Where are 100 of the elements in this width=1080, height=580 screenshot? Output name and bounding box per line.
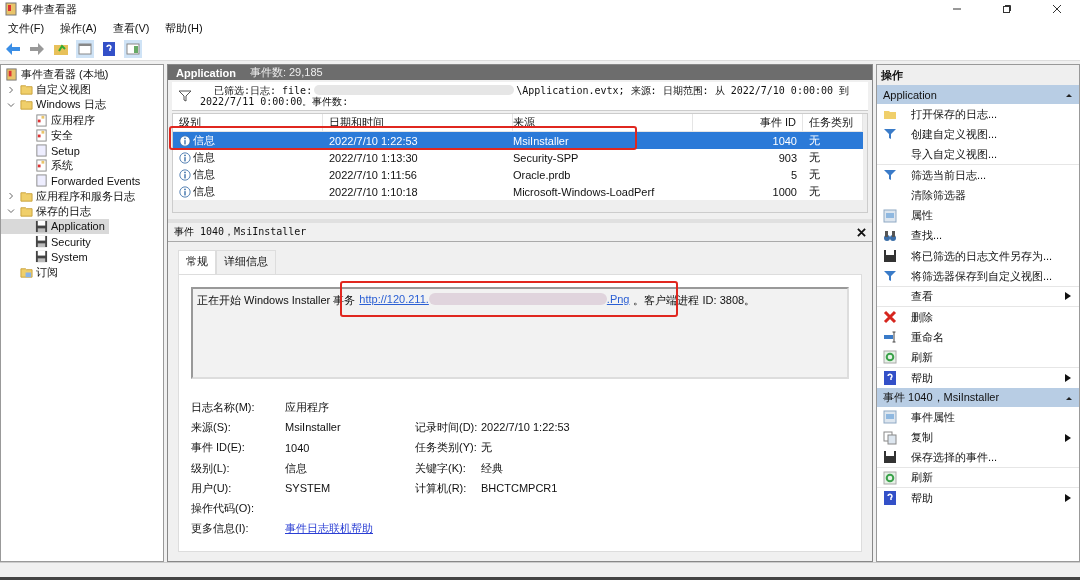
tree-item[interactable]: Security <box>1 234 95 250</box>
action-item[interactable]: 查找... <box>877 225 1079 247</box>
info-icon <box>179 168 191 181</box>
action-item[interactable]: 复制 <box>877 427 1079 448</box>
column-header[interactable]: 事件 ID <box>693 114 803 131</box>
properties-icon <box>883 410 897 425</box>
field-label: 日志名称(M): <box>191 399 256 415</box>
action-item[interactable]: 删除 <box>877 306 1079 328</box>
menu-item[interactable]: 帮助(H) <box>165 20 203 36</box>
submenu-arrow-icon <box>1065 433 1071 442</box>
save-icon <box>35 235 48 249</box>
table-row[interactable]: 信息 2022/7/10 1:11:56 Oracle.prdb 5 无 <box>173 166 863 183</box>
properties-icon <box>883 208 897 223</box>
table-row[interactable]: 信息 2022/7/10 1:13:30 Security-SPP 903 无 <box>173 149 863 166</box>
message-text: 。客户端进程 ID: 3808。 <box>633 293 756 308</box>
section-header[interactable]: 事件 1040，MsiInstaller <box>877 388 1079 408</box>
action-item[interactable]: 重命名 <box>877 327 1079 348</box>
submenu-arrow-icon <box>1065 374 1071 382</box>
tree-item[interactable]: System <box>1 249 92 265</box>
action-item[interactable]: 创建自定义视图... <box>877 124 1079 145</box>
table-cell-text: 2022/7/10 1:11:56 <box>328 167 418 183</box>
tree-item[interactable]: 应用程序 <box>1 112 99 128</box>
tree-item[interactable]: Setup <box>1 142 84 159</box>
panel-icon[interactable] <box>76 40 94 58</box>
forward-arrow-icon[interactable] <box>28 40 46 58</box>
table-cell-text: 无 <box>808 133 821 148</box>
table-cell-text: 2022/7/10 1:22:53 <box>328 133 419 149</box>
action-item[interactable]: 事件属性 <box>877 407 1079 428</box>
action-item[interactable]: 属性 <box>877 205 1079 226</box>
log-icon <box>35 144 48 158</box>
binoculars-icon <box>883 228 897 243</box>
field-value: 应用程序 <box>285 400 329 413</box>
field-label: 更多信息(I): <box>191 521 250 537</box>
help-link[interactable]: 事件日志联机帮助 <box>285 522 373 535</box>
action-item[interactable]: 筛选当前日志... <box>877 164 1079 186</box>
filter-text: 已筛选:日志: file: <box>214 85 313 96</box>
folder-icon <box>20 98 33 112</box>
tree-item[interactable]: Application <box>1 218 109 235</box>
tree-item[interactable]: 应用程序和服务日志 <box>1 188 139 204</box>
field-value: BHCTCMPCR1 <box>481 482 558 495</box>
log-title: Application <box>176 66 236 79</box>
info-icon <box>179 151 191 164</box>
action-item[interactable]: 清除筛选器 <box>877 185 1079 206</box>
close-icon[interactable] <box>857 227 866 237</box>
field-label: 事件 ID(E): <box>191 440 246 456</box>
table-row[interactable]: 信息 2022/7/10 1:10:18 Microsoft-Windows-LoadPerf 1000 无 <box>173 183 863 200</box>
tree-item[interactable]: 事件查看器 (本地) <box>1 67 113 83</box>
action-item[interactable]: 查看 <box>877 286 1079 307</box>
action-item[interactable]: 打开保存的日志... <box>877 104 1079 125</box>
tree-item[interactable]: 保存的日志 <box>1 203 95 219</box>
action-item[interactable]: 帮助 <box>877 367 1079 389</box>
save-icon <box>883 249 897 264</box>
table-cell: 信息 <box>193 133 215 148</box>
tree-item[interactable]: Forwarded Events <box>1 173 145 189</box>
table-cell: 信息 <box>193 150 215 165</box>
menu-item[interactable]: 文件(F) <box>8 20 45 36</box>
field-label: 记录时间(D): <box>415 420 478 433</box>
vertical-scrollbar[interactable] <box>863 114 867 212</box>
table-cell-text: 2022/7/10 1:10:18 <box>328 184 419 200</box>
table-cell-text: Oracle.prdb <box>513 167 572 183</box>
table-cell-text: Microsoft-Windows-LoadPerf <box>513 184 656 200</box>
menu-item[interactable]: 操作(A) <box>60 20 97 36</box>
table-cell-text: 1040 <box>771 133 798 149</box>
section-header[interactable]: Application <box>877 85 1079 104</box>
action-item[interactable]: 刷新 <box>877 468 1079 489</box>
action-item[interactable]: 保存选择的事件... <box>877 447 1079 469</box>
help-icon[interactable] <box>100 40 118 58</box>
section-title: 事件 1040，MsiInstaller <box>883 390 1000 406</box>
table-cell-text: 无 <box>808 167 821 182</box>
event-viewer-icon <box>5 68 18 82</box>
submenu-arrow-icon <box>1065 292 1071 301</box>
table-cell-text: MsiInstaller <box>513 133 570 149</box>
tree-item[interactable]: 订阅 <box>1 264 62 280</box>
log-icon <box>35 159 48 173</box>
horizontal-scrollbar[interactable] <box>173 200 863 212</box>
menu-item[interactable]: 查看(V) <box>112 20 150 36</box>
save-icon <box>883 450 897 465</box>
tab[interactable]: 详细信息 <box>216 250 276 274</box>
table-cell-text: 2022/7/10 1:13:30 <box>328 150 419 166</box>
table-cell-text: 5 <box>789 167 798 183</box>
action-item[interactable]: 刷新 <box>877 347 1079 368</box>
event-count: 事件数: 29,185 <box>249 65 323 80</box>
table-row[interactable]: 信息 2022/7/10 1:22:53 MsiInstaller 1040 无 <box>173 132 863 149</box>
tree-item[interactable]: Windows 日志 <box>1 97 110 113</box>
table-cell-text: 1000 <box>771 184 798 200</box>
tab[interactable]: 常规 <box>178 250 216 274</box>
link[interactable]: .Png <box>606 293 630 308</box>
action-item[interactable]: 将已筛选的日志文件另存为... <box>877 246 1079 267</box>
tree-item[interactable]: 系统 <box>1 158 77 174</box>
info-icon <box>179 134 191 147</box>
help-icon <box>883 491 897 506</box>
action-item[interactable]: 将筛选器保存到自定义视图... <box>877 266 1079 287</box>
action-item[interactable]: 帮助 <box>877 488 1079 509</box>
log-icon <box>35 174 48 188</box>
tree-item[interactable]: 自定义视图 <box>1 82 95 98</box>
tree-item[interactable]: 安全 <box>1 127 77 143</box>
link[interactable]: http://120.211. <box>359 293 429 308</box>
panel-icon[interactable] <box>124 40 142 58</box>
info-icon <box>179 185 191 198</box>
action-item[interactable]: 导入自定义视图... <box>877 144 1079 165</box>
